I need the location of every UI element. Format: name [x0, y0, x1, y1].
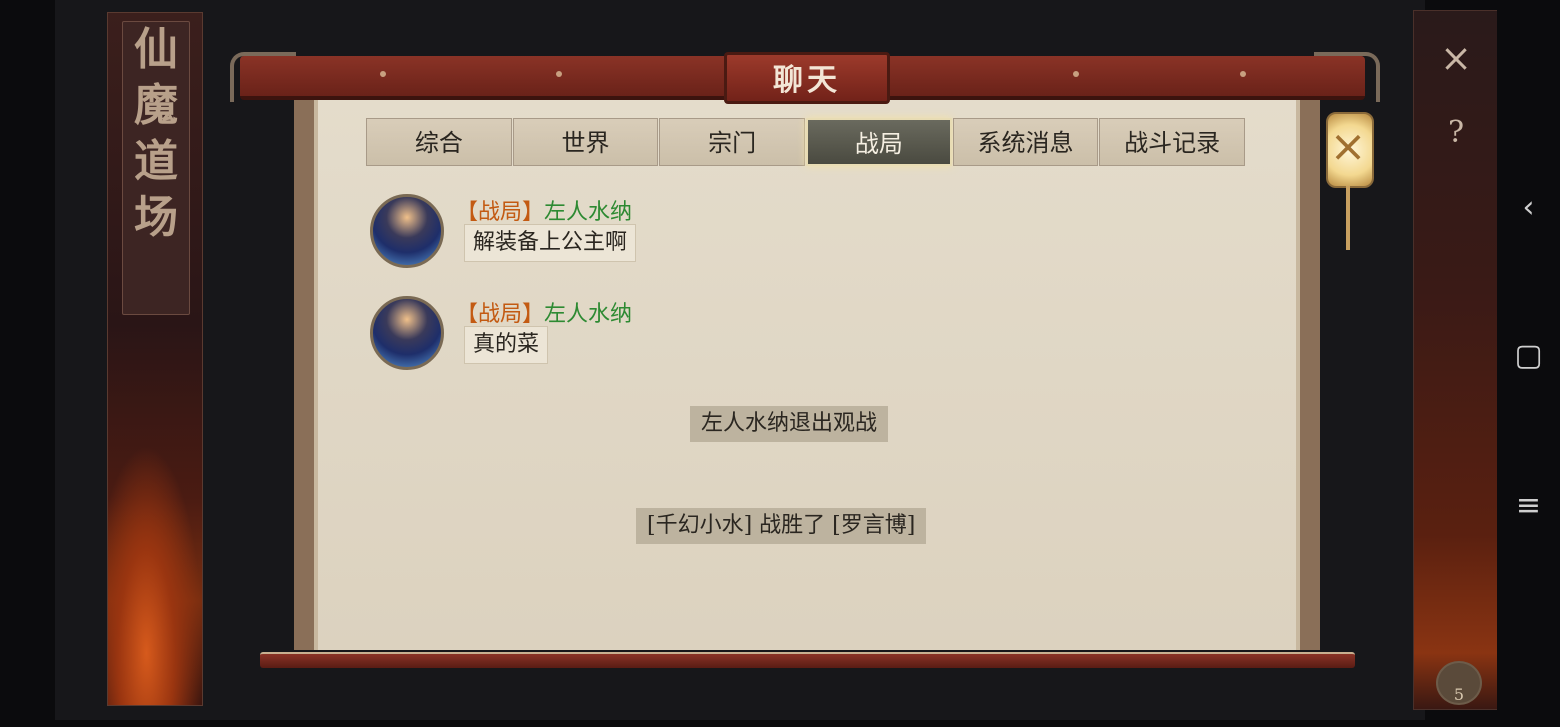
- banner-char: 仙: [134, 24, 178, 75]
- corner-ornament-right: [1314, 52, 1380, 102]
- bar-ornament: [1073, 71, 1079, 77]
- badge-counter[interactable]: 5: [1436, 661, 1482, 705]
- back-icon[interactable]: ‹: [1497, 190, 1560, 225]
- help-icon[interactable]: ?: [1427, 103, 1485, 161]
- user-avatar[interactable]: [370, 194, 444, 268]
- close-icon: ×: [1329, 121, 1367, 172]
- channel-tag: 【战局】: [456, 302, 545, 327]
- tab-world[interactable]: 世界: [512, 118, 659, 166]
- bar-ornament: [1240, 71, 1246, 77]
- system-notice: [千幻小水] 战胜了 [罗言博]: [636, 508, 927, 544]
- user-avatar[interactable]: [370, 296, 444, 370]
- tab-sect[interactable]: 宗门: [659, 118, 806, 166]
- close-icon[interactable]: ×: [1427, 29, 1485, 87]
- system-notice: 左人水纳退出观战: [690, 406, 889, 442]
- left-side-panel: 仙 魔 道 场: [107, 12, 204, 706]
- dialog-paper: [294, 97, 1320, 650]
- username[interactable]: 左人水纳: [544, 200, 632, 225]
- dialog-title: 聊天: [724, 52, 890, 104]
- tab-battle[interactable]: 战局: [806, 118, 952, 166]
- tab-general[interactable]: 综合: [366, 118, 512, 166]
- home-icon[interactable]: ▢: [1497, 338, 1560, 373]
- tab-battle-log[interactable]: 战斗记录: [1099, 118, 1246, 166]
- tassel-decoration: [1346, 186, 1350, 250]
- banner-char: 魔: [134, 80, 178, 131]
- chat-dialog: 聊天 综合 世界 宗门 战局 系统消息 战斗记录 【战局】左人水纳 解装备上公主…: [230, 52, 1380, 672]
- corner-ornament-left: [230, 52, 296, 102]
- paper-surface: [314, 97, 1300, 650]
- message-header: 【战局】左人水纳: [456, 194, 632, 226]
- username[interactable]: 左人水纳: [544, 302, 632, 327]
- menu-icon[interactable]: ≡: [1497, 488, 1560, 523]
- flame-decoration: [108, 445, 204, 705]
- banner-char: 场: [134, 192, 178, 243]
- banner-char: 道: [134, 136, 178, 187]
- channel-tag: 【战局】: [456, 200, 545, 225]
- lantern-close-button[interactable]: ×: [1320, 100, 1376, 250]
- bar-ornament: [556, 71, 562, 77]
- mode-banner[interactable]: 仙 魔 道 场: [122, 21, 190, 315]
- bar-ornament: [380, 71, 386, 77]
- message-header: 【战局】左人水纳: [456, 296, 632, 328]
- dialog-bottom-bar: [260, 652, 1355, 668]
- message-bubble: 解装备上公主啊: [464, 224, 637, 262]
- chat-tabs: 综合 世界 宗门 战局 系统消息 战斗记录: [366, 118, 1246, 166]
- message-bubble: 真的菜: [464, 326, 549, 364]
- right-side-panel: × ? 5: [1413, 10, 1499, 710]
- system-nav-bar: ‹ ▢ ≡: [1497, 0, 1560, 720]
- tab-system[interactable]: 系统消息: [952, 118, 1099, 166]
